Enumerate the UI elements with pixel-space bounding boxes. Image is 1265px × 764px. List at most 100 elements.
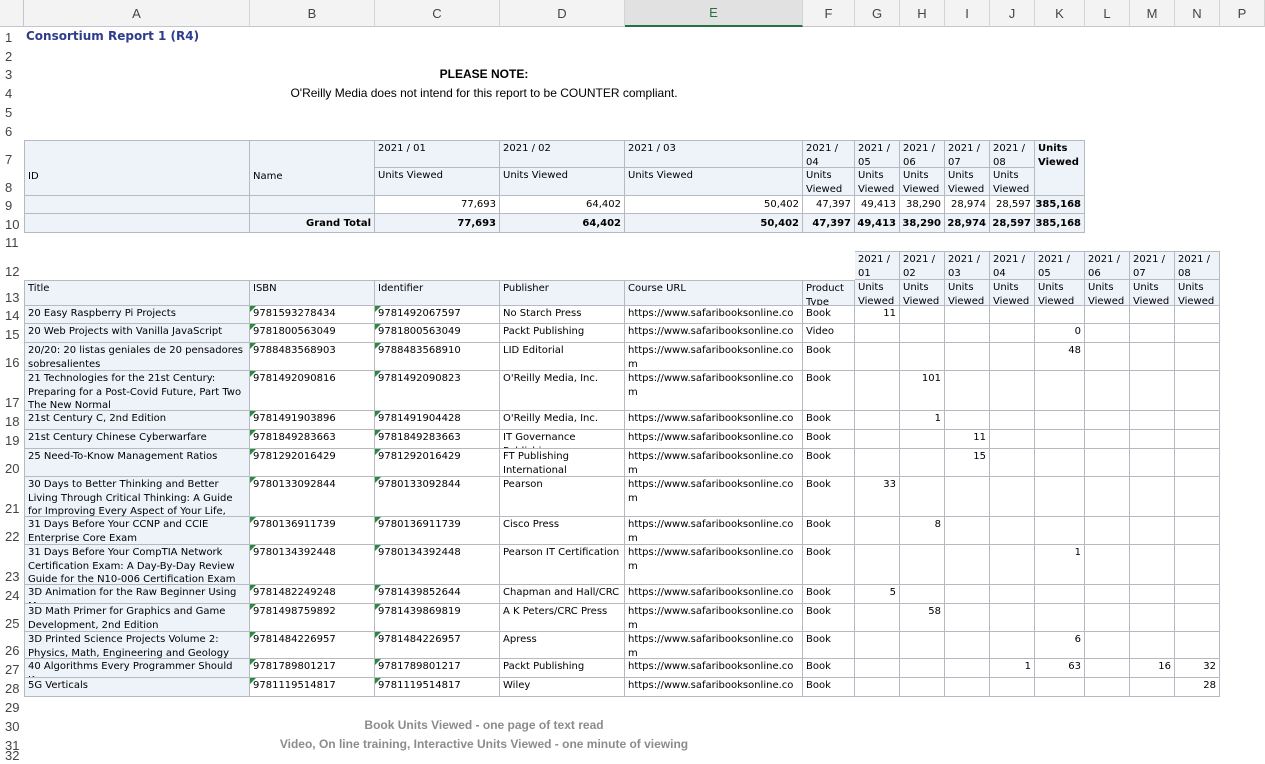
summary-row9-value-9[interactable]: 385,168 bbox=[1035, 196, 1085, 214]
detail-isbn[interactable]: 9780136911739 bbox=[250, 517, 375, 545]
detail-identifier[interactable]: 9788483568910 bbox=[375, 343, 500, 371]
detail-month-value[interactable]: 48 bbox=[1035, 343, 1085, 371]
summary-month-7[interactable]: 2021 / 07 bbox=[945, 140, 990, 168]
detail-product-type[interactable]: Book bbox=[803, 585, 855, 604]
row-header-19[interactable]: 19 bbox=[0, 430, 23, 449]
detail-month-value[interactable] bbox=[1130, 604, 1175, 632]
detail-title[interactable]: 20/20: 20 listas geniales de 20 pensador… bbox=[24, 343, 250, 371]
detail-month-value[interactable] bbox=[1035, 585, 1085, 604]
detail-publisher[interactable]: Pearson IT Certification bbox=[500, 545, 625, 585]
detail-course-url[interactable]: https://www.safaribooksonline.com bbox=[625, 449, 803, 477]
detail-month-value[interactable] bbox=[1035, 306, 1085, 324]
detail-month-value[interactable] bbox=[1175, 545, 1220, 585]
detail-title[interactable]: 20 Easy Raspberry Pi Projects bbox=[24, 306, 250, 324]
row-header-8[interactable]: 8 bbox=[0, 168, 23, 196]
detail-identifier[interactable]: 9781491904428 bbox=[375, 411, 500, 430]
detail-month-value[interactable]: 8 bbox=[900, 517, 945, 545]
detail-month-value[interactable] bbox=[990, 477, 1035, 517]
summary-row9-id[interactable] bbox=[24, 196, 250, 214]
detail-course-url[interactable]: https://www.safaribooksonline.com bbox=[625, 371, 803, 411]
row-header-26[interactable]: 26 bbox=[0, 632, 23, 659]
column-header-a[interactable]: A bbox=[24, 0, 250, 27]
grand-total-value-5[interactable]: 49,413 bbox=[855, 214, 900, 233]
summary-name-label[interactable]: Name bbox=[250, 140, 375, 196]
detail-month-value[interactable] bbox=[1130, 517, 1175, 545]
detail-course-url[interactable]: https://www.safaribooksonline.com bbox=[625, 517, 803, 545]
summary-row9-value-2[interactable]: 64,402 bbox=[500, 196, 625, 214]
detail-month-value[interactable] bbox=[1085, 430, 1130, 449]
summary-row9-name[interactable] bbox=[250, 196, 375, 214]
detail-title[interactable]: 40 Algorithms Every Programmer Should Kn… bbox=[24, 659, 250, 678]
grand-total-value-1[interactable]: 77,693 bbox=[375, 214, 500, 233]
detail-metric-2[interactable]: Units Viewed bbox=[900, 280, 945, 306]
detail-month-value[interactable] bbox=[855, 430, 900, 449]
detail-publisher[interactable]: Packt Publishing bbox=[500, 324, 625, 343]
detail-month-value[interactable] bbox=[945, 678, 990, 697]
detail-month-value[interactable]: 6 bbox=[1035, 632, 1085, 659]
detail-month-value[interactable] bbox=[1130, 371, 1175, 411]
summary-row10-id[interactable] bbox=[24, 214, 250, 233]
detail-course-url[interactable]: https://www.safaribooksonline.com bbox=[625, 678, 803, 697]
detail-month-value[interactable] bbox=[945, 306, 990, 324]
detail-month-value[interactable] bbox=[1175, 449, 1220, 477]
detail-metric-7[interactable]: Units Viewed bbox=[1130, 280, 1175, 306]
detail-month-value[interactable] bbox=[1085, 306, 1130, 324]
detail-month-value[interactable] bbox=[1175, 371, 1220, 411]
detail-isbn[interactable]: 9781119514817 bbox=[250, 678, 375, 697]
detail-month-value[interactable] bbox=[1130, 632, 1175, 659]
detail-isbn[interactable]: 9781800563049 bbox=[250, 324, 375, 343]
detail-month-value[interactable] bbox=[900, 343, 945, 371]
detail-product-type[interactable]: Book bbox=[803, 517, 855, 545]
detail-month-value[interactable] bbox=[1085, 659, 1130, 678]
column-header-l[interactable]: L bbox=[1085, 0, 1130, 27]
row-header-12[interactable]: 12 bbox=[0, 251, 23, 280]
detail-month-value[interactable] bbox=[1175, 430, 1220, 449]
detail-course-url[interactable]: https://www.safaribooksonline.com bbox=[625, 604, 803, 632]
detail-month-value[interactable] bbox=[1085, 449, 1130, 477]
row-header-10[interactable]: 10 bbox=[0, 214, 23, 233]
detail-metric-5[interactable]: Units Viewed bbox=[1035, 280, 1085, 306]
detail-month-value[interactable] bbox=[855, 545, 900, 585]
detail-month-value[interactable] bbox=[900, 659, 945, 678]
row-header-6[interactable]: 6 bbox=[0, 121, 23, 140]
summary-row9-value-6[interactable]: 38,290 bbox=[900, 196, 945, 214]
detail-course-url[interactable]: https://www.safaribooksonline.com bbox=[625, 585, 803, 604]
detail-course-url[interactable]: https://www.safaribooksonline.com bbox=[625, 659, 803, 678]
row-header-32[interactable]: 32 bbox=[0, 748, 23, 764]
detail-product-type[interactable]: Book bbox=[803, 411, 855, 430]
detail-identifier[interactable]: 9780134392448 bbox=[375, 545, 500, 585]
summary-month-4[interactable]: 2021 / 04 bbox=[803, 140, 855, 168]
detail-title[interactable]: 3D Printed Science Projects Volume 2: Ph… bbox=[24, 632, 250, 659]
detail-metric-3[interactable]: Units Viewed bbox=[945, 280, 990, 306]
row-header-1[interactable]: 1 bbox=[0, 27, 23, 46]
detail-month-value[interactable] bbox=[945, 477, 990, 517]
detail-month-6[interactable]: 2021 / 06 bbox=[1085, 251, 1130, 280]
detail-month-value[interactable] bbox=[900, 430, 945, 449]
detail-publisher[interactable]: Cisco Press bbox=[500, 517, 625, 545]
column-header-i[interactable]: I bbox=[945, 0, 990, 27]
detail-publisher[interactable]: Chapman and Hall/CRC bbox=[500, 585, 625, 604]
column-header-b[interactable]: B bbox=[250, 0, 375, 27]
detail-title[interactable]: 31 Days Before Your CompTIA Network Cert… bbox=[24, 545, 250, 585]
detail-month-1[interactable]: 2021 / 01 bbox=[855, 251, 900, 280]
detail-month-value[interactable] bbox=[1035, 411, 1085, 430]
detail-month-value[interactable] bbox=[1175, 411, 1220, 430]
detail-month-value[interactable]: 63 bbox=[1035, 659, 1085, 678]
row-header-30[interactable]: 30 bbox=[0, 716, 23, 735]
column-header-n[interactable]: N bbox=[1175, 0, 1220, 27]
detail-month-8[interactable]: 2021 / 08 bbox=[1175, 251, 1220, 280]
detail-product-type[interactable]: Book bbox=[803, 306, 855, 324]
detail-month-value[interactable] bbox=[900, 306, 945, 324]
detail-identifier[interactable]: 9781484226957 bbox=[375, 632, 500, 659]
detail-identifier[interactable]: 9781789801217 bbox=[375, 659, 500, 678]
detail-title[interactable]: 30 Days to Better Thinking and Better Li… bbox=[24, 477, 250, 517]
detail-month-value[interactable] bbox=[1035, 678, 1085, 697]
detail-product-type[interactable]: Book bbox=[803, 343, 855, 371]
detail-month-value[interactable]: 58 bbox=[900, 604, 945, 632]
detail-identifier[interactable]: 9780136911739 bbox=[375, 517, 500, 545]
column-header-d[interactable]: D bbox=[500, 0, 625, 27]
summary-month-3[interactable]: 2021 / 03 bbox=[625, 140, 803, 168]
row-header-5[interactable]: 5 bbox=[0, 102, 23, 121]
detail-month-value[interactable] bbox=[1085, 371, 1130, 411]
grand-total-value-4[interactable]: 47,397 bbox=[803, 214, 855, 233]
